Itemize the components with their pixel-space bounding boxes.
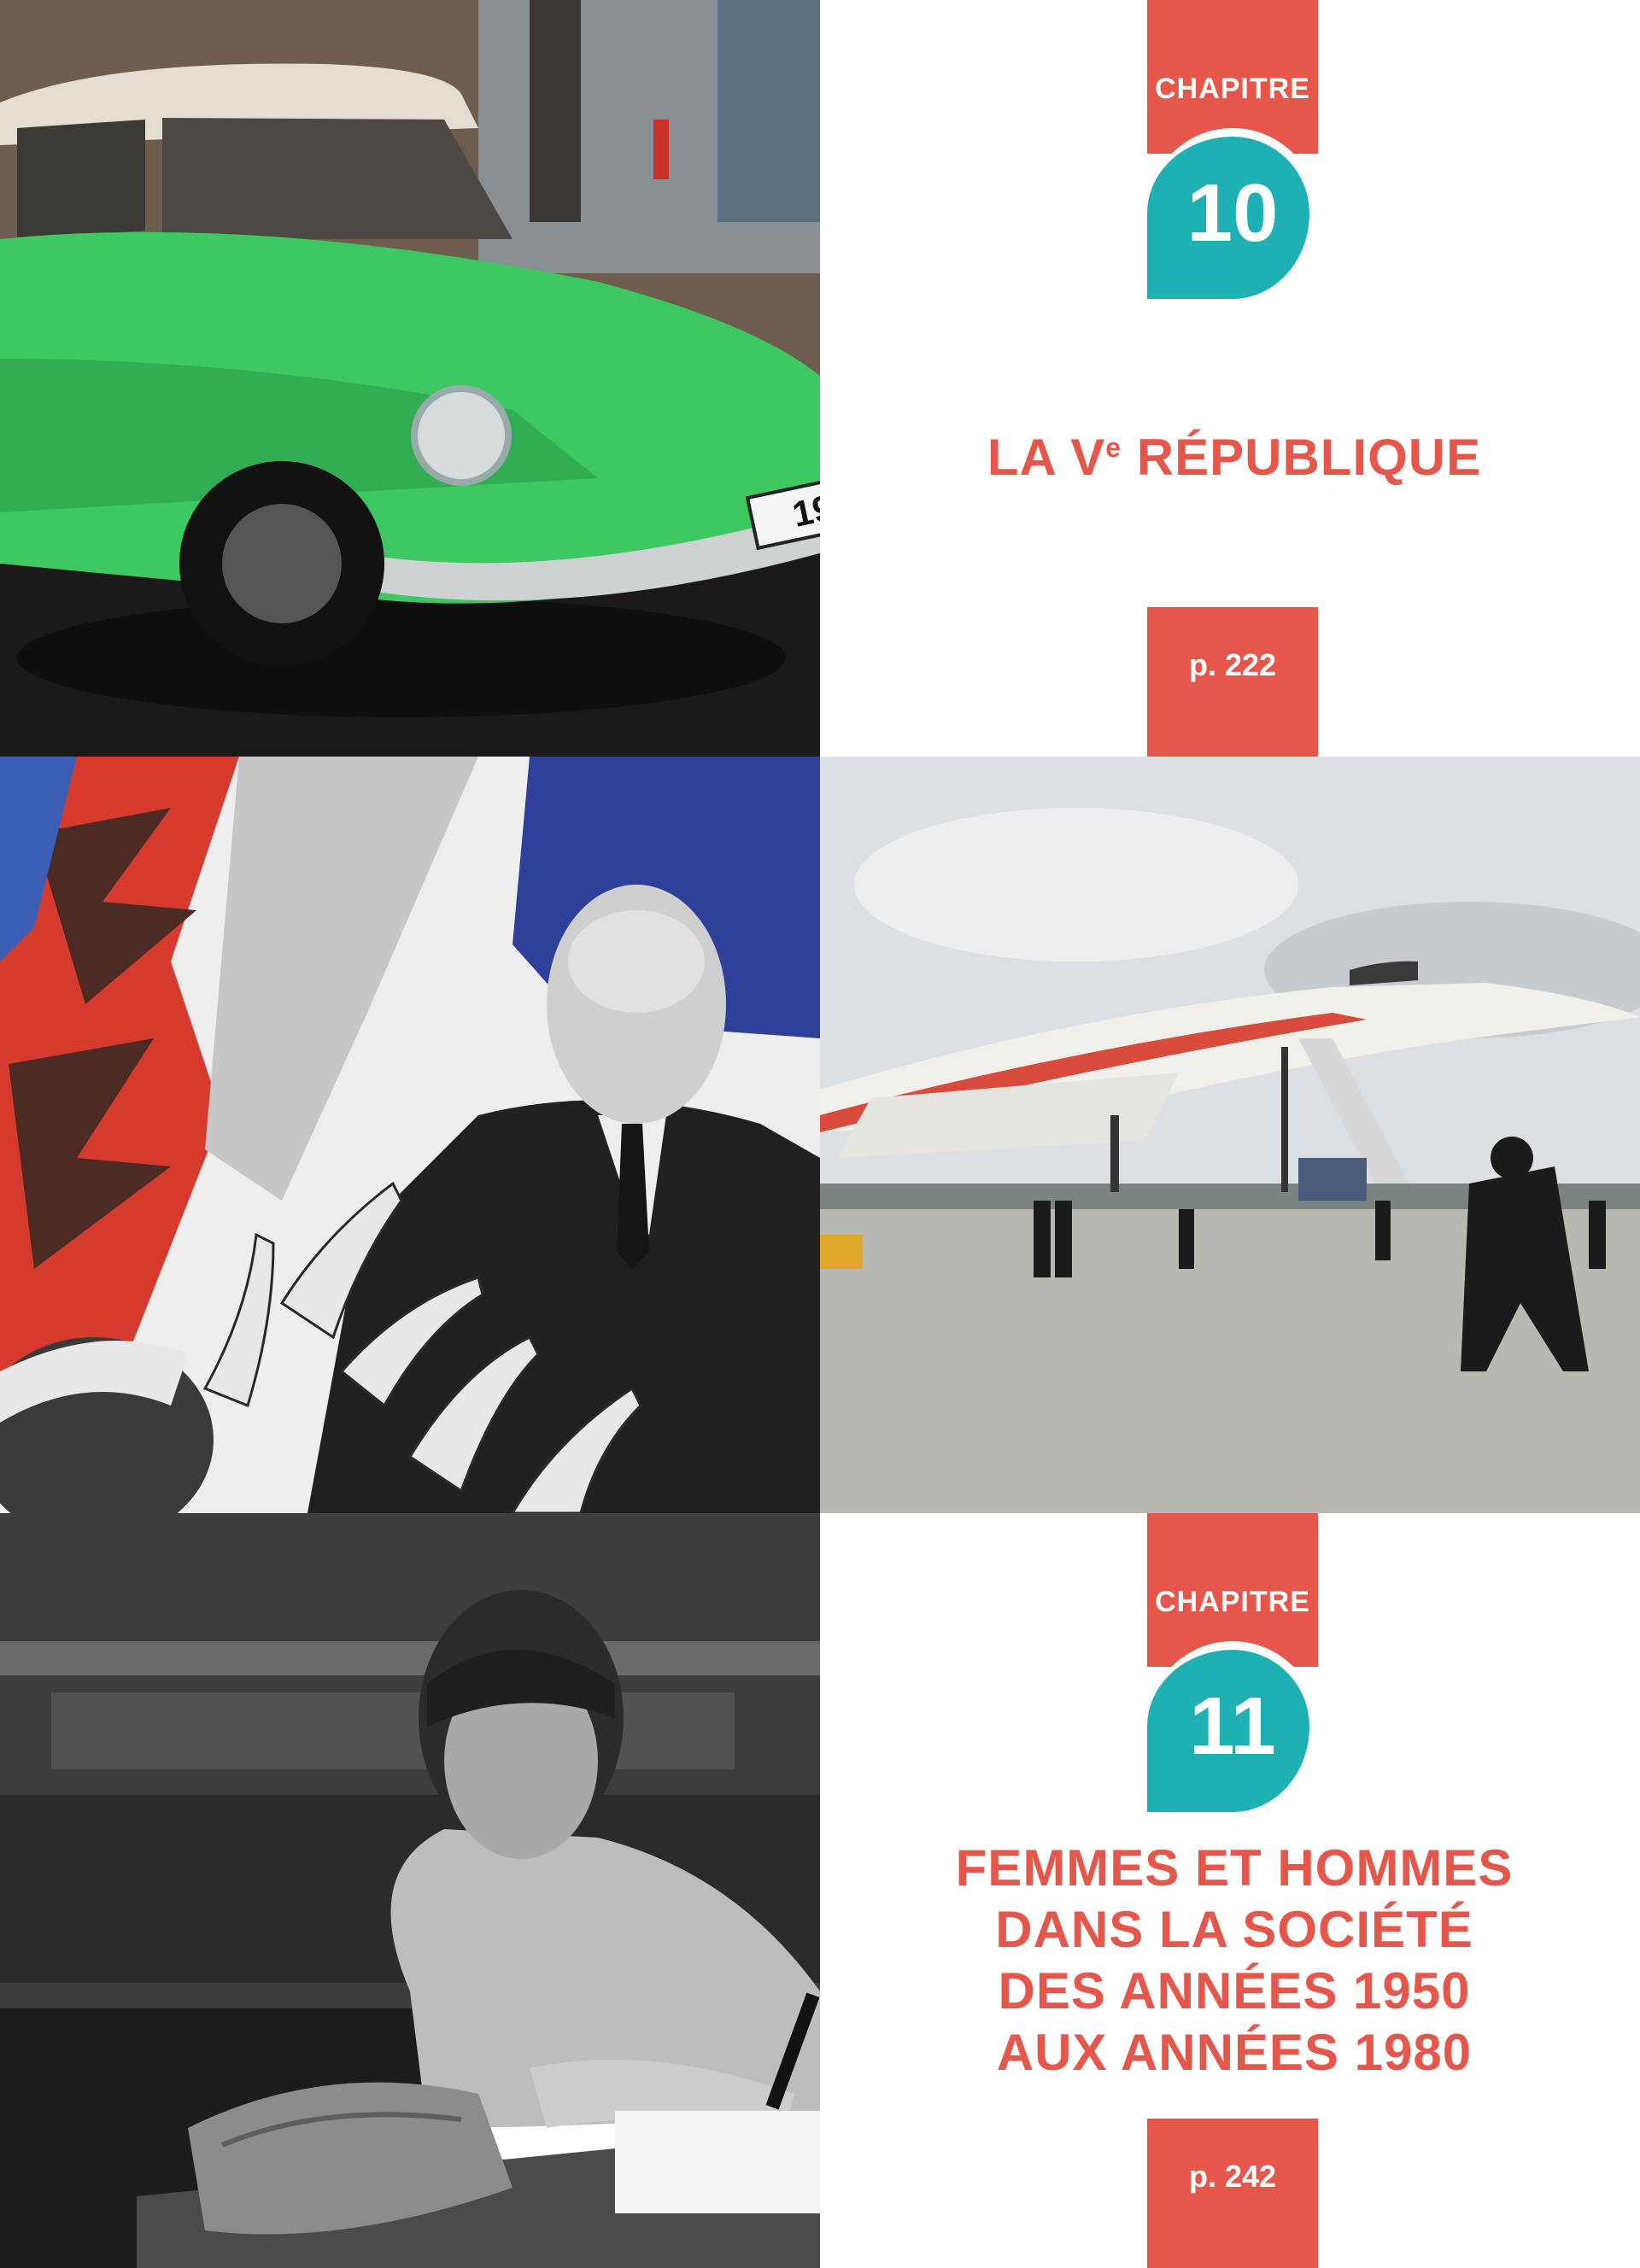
- chapter-number: 11: [1189, 1681, 1276, 1772]
- page-link[interactable]: p. 222: [1147, 647, 1318, 683]
- chapter-title-line: AUX ANNÉES 1980: [996, 2024, 1473, 2081]
- photo-concorde: [820, 757, 1640, 1513]
- poster-illustration: [0, 757, 820, 1513]
- chapter-11-panel: CHAPITRE 11 FEMMES ET HOMMES DANS LA SOC…: [820, 1513, 1640, 2268]
- photo-woman-writing: [0, 1513, 820, 2268]
- chapter-title-sup: e: [1105, 432, 1122, 463]
- photo-poster-flag: [0, 757, 820, 1513]
- chapter-title-line: DES ANNÉES 1950: [998, 1962, 1471, 2020]
- chapter-label: CHAPITRE: [1155, 73, 1310, 105]
- chapter-title[interactable]: LA Ve RÉPUBLIQUE: [905, 427, 1563, 488]
- chapter-title-suffix: RÉPUBLIQUE: [1122, 429, 1482, 486]
- chapter-label: CHAPITRE: [1155, 1586, 1310, 1618]
- chapter-number: 10: [1186, 167, 1279, 259]
- chapter-title[interactable]: FEMMES ET HOMMES DANS LA SOCIÉTÉ DES ANN…: [905, 1838, 1563, 2084]
- concorde-illustration: [820, 757, 1640, 1513]
- chapter-10-panel: CHAPITRE 10 LA Ve RÉPUBLIQUE p. 222: [820, 0, 1640, 757]
- chapter-title-line: DANS LA SOCIÉTÉ: [995, 1901, 1473, 1958]
- photo-green-car: 1956: [0, 0, 820, 757]
- chapter-title-line: FEMMES ET HOMMES: [955, 1839, 1514, 1897]
- page-link[interactable]: p. 242: [1147, 2159, 1318, 2195]
- woman-illustration: [0, 1513, 820, 2268]
- car-illustration: 1956: [0, 0, 820, 757]
- chapter-title-prefix: LA V: [987, 429, 1106, 486]
